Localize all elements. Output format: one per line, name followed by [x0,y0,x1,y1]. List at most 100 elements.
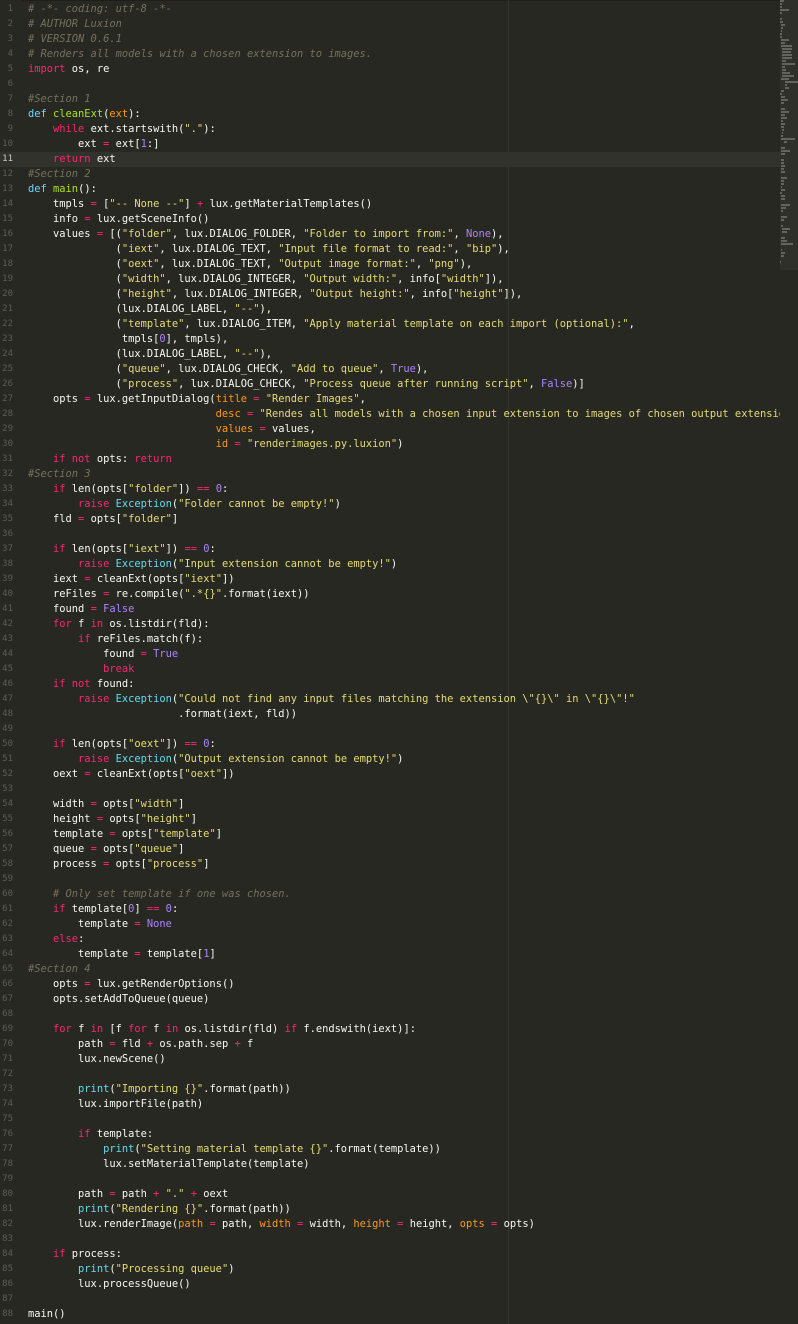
code-line[interactable]: 88 main() [0,1307,780,1322]
code-line[interactable]: 34 raise Exception("Folder cannot be emp… [0,497,780,512]
code-line[interactable]: 35 fld = opts["folder"] [0,512,780,527]
line-number: 72 [2,1069,13,1079]
code-line[interactable]: 42 for f in os.listdir(fld): [0,617,780,632]
code-line[interactable]: 87 [0,1292,780,1307]
code-line[interactable]: 38 raise Exception("Input extension cann… [0,557,780,572]
code-line[interactable]: 20 ("height", lux.DIALOG_INTEGER, "Outpu… [0,287,780,302]
code-line[interactable]: 5 import os, re [0,62,780,77]
code-line[interactable]: 69 for f in [f for f in os.listdir(fld) … [0,1022,780,1037]
code-line[interactable]: 48 .format(iext, fld)) [0,707,780,722]
minimap[interactable] [780,0,798,1324]
code-line[interactable]: 75 [0,1112,780,1127]
code-line[interactable]: 83 [0,1232,780,1247]
code-line[interactable]: 57 queue = opts["queue"] [0,842,780,857]
code-line[interactable]: 65 #Section 4 [0,962,780,977]
code-line[interactable]: 77 print("Setting material template {}".… [0,1142,780,1157]
code-line[interactable]: 37 if len(opts["iext"]) == 0: [0,542,780,557]
code-line[interactable]: 85 print("Processing queue") [0,1262,780,1277]
code-line[interactable]: 12 #Section 2 [0,167,780,182]
code-line[interactable]: 54 width = opts["width"] [0,797,780,812]
code-line[interactable]: 60 # Only set template if one was chosen… [0,887,780,902]
code-line[interactable]: 32 #Section 3 [0,467,780,482]
code-editor[interactable]: 1 # -*- coding: utf-8 -*- 2 # AUTHOR Luxion… [0,0,798,1324]
code-line[interactable]: 40 reFiles = re.compile(".*{}".format(ie… [0,587,780,602]
code-line[interactable]: 4 # Renders all models with a chosen exte… [0,47,780,62]
code-line[interactable]: 70 path = fld + os.path.sep + f [0,1037,780,1052]
code-line[interactable]: 76 if template: [0,1127,780,1142]
line-number: 31 [2,454,13,464]
code-line[interactable]: 1 # -*- coding: utf-8 -*- [0,2,780,17]
code-line[interactable]: 3 # VERSION 0.6.1 [0,32,780,47]
code-line[interactable]: 21 (lux.DIALOG_LABEL, "--"), [0,302,780,317]
code-line[interactable]: 30 id = "renderimages.py.luxion") [0,437,780,452]
code-line[interactable]: 72 [0,1067,780,1082]
code-line[interactable]: 2 # AUTHOR Luxion [0,17,780,32]
code-line[interactable]: 52 oext = cleanExt(opts["oext"]) [0,767,780,782]
code-line[interactable]: 23 tmpls[0], tmpls), [0,332,780,347]
code-line[interactable]: 58 process = opts["process"] [0,857,780,872]
code-line[interactable]: 8 def cleanExt(ext): [0,107,780,122]
code-line[interactable]: 73 print("Importing {}".format(path)) [0,1082,780,1097]
code-token: lux.newScene() [28,1053,166,1065]
code-line[interactable]: 26 ("process", lux.DIALOG_CHECK, "Proces… [0,377,780,392]
code-token: opts [28,978,85,990]
code-token: opts[ [84,513,122,525]
code-line[interactable]: 10 ext = ext[1:] [0,137,780,152]
line-number: 44 [2,649,13,659]
minimap-line [780,171,785,173]
code-line[interactable]: 19 ("width", lux.DIALOG_INTEGER, "Output… [0,272,780,287]
code-line[interactable]: 61 if template[0] == 0: [0,902,780,917]
code-line[interactable]: 66 opts = lux.getRenderOptions() [0,977,780,992]
code-line[interactable]: 53 [0,782,780,797]
code-line[interactable]: 64 template = template[1] [0,947,780,962]
code-line[interactable]: 62 template = None [0,917,780,932]
code-line[interactable]: 80 path = path + "." + oext [0,1187,780,1202]
code-line[interactable]: 27 opts = lux.getInputDialog(title = "Re… [0,392,780,407]
code-line[interactable]: 56 template = opts["template"] [0,827,780,842]
code-line[interactable]: 43 if reFiles.match(f): [0,632,780,647]
code-area[interactable]: 1 # -*- coding: utf-8 -*- 2 # AUTHOR Luxion… [0,2,798,1322]
code-line[interactable]: 44 found = True [0,647,780,662]
code-line[interactable]: 17 ("iext", lux.DIALOG_TEXT, "Input file… [0,242,780,257]
code-line[interactable]: 31 if not opts: return [0,452,780,467]
code-line[interactable]: 29 values = values, [0,422,780,437]
code-line[interactable]: 18 ("oext", lux.DIALOG_TEXT, "Output ima… [0,257,780,272]
code-line[interactable]: 16 values = [("folder", lux.DIALOG_FOLDE… [0,227,780,242]
code-line[interactable]: 15 info = lux.getSceneInfo() [0,212,780,227]
code-line[interactable]: 14 tmpls = ["-- None --"] + lux.getMater… [0,197,780,212]
code-line[interactable]: 71 lux.newScene() [0,1052,780,1067]
code-line[interactable]: 47 raise Exception("Could not find any i… [0,692,780,707]
code-line[interactable]: 84 if process: [0,1247,780,1262]
code-line[interactable]: 46 if not found: [0,677,780,692]
code-line[interactable]: 67 opts.setAddToQueue(queue) [0,992,780,1007]
code-line[interactable]: 36 [0,527,780,542]
code-line[interactable]: 7 #Section 1 [0,92,780,107]
code-line[interactable]: 39 iext = cleanExt(opts["iext"]) [0,572,780,587]
code-line[interactable]: 51 raise Exception("Output extension can… [0,752,780,767]
code-line[interactable]: 22 ("template", lux.DIALOG_ITEM, "Apply … [0,317,780,332]
code-line[interactable]: 81 print("Rendering {}".format(path)) [0,1202,780,1217]
code-line[interactable]: 82 lux.renderImage(path = path, width = … [0,1217,780,1232]
code-line[interactable]: 74 lux.importFile(path) [0,1097,780,1112]
code-line[interactable]: 55 height = opts["height"] [0,812,780,827]
code-token: print [78,1083,110,1095]
code-line[interactable]: 45 break [0,662,780,677]
code-line[interactable]: 24 (lux.DIALOG_LABEL, "--"), [0,347,780,362]
code-token: : [171,903,179,915]
code-line[interactable]: 41 found = False [0,602,780,617]
code-line[interactable]: 28 desc = "Rendes all models with a chos… [0,407,798,422]
code-line[interactable]: 68 [0,1007,780,1022]
code-line[interactable]: 25 ("queue", lux.DIALOG_CHECK, "Add to q… [0,362,780,377]
code-line[interactable]: 6 [0,77,780,92]
code-line[interactable]: 33 if len(opts["folder"]) == 0: [0,482,780,497]
code-line[interactable]: 13 def main(): [0,182,780,197]
code-line[interactable]: 9 while ext.startswith("."): [0,122,780,137]
code-line[interactable]: 79 [0,1172,780,1187]
code-line[interactable]: 49 [0,722,780,737]
code-line[interactable]: 78 lux.setMaterialTemplate(template) [0,1157,780,1172]
code-line[interactable]: 11 return ext [0,152,780,167]
code-line[interactable]: 86 lux.processQueue() [0,1277,780,1292]
code-line[interactable]: 63 else: [0,932,780,947]
code-line[interactable]: 50 if len(opts["oext"]) == 0: [0,737,780,752]
code-line[interactable]: 59 [0,872,780,887]
